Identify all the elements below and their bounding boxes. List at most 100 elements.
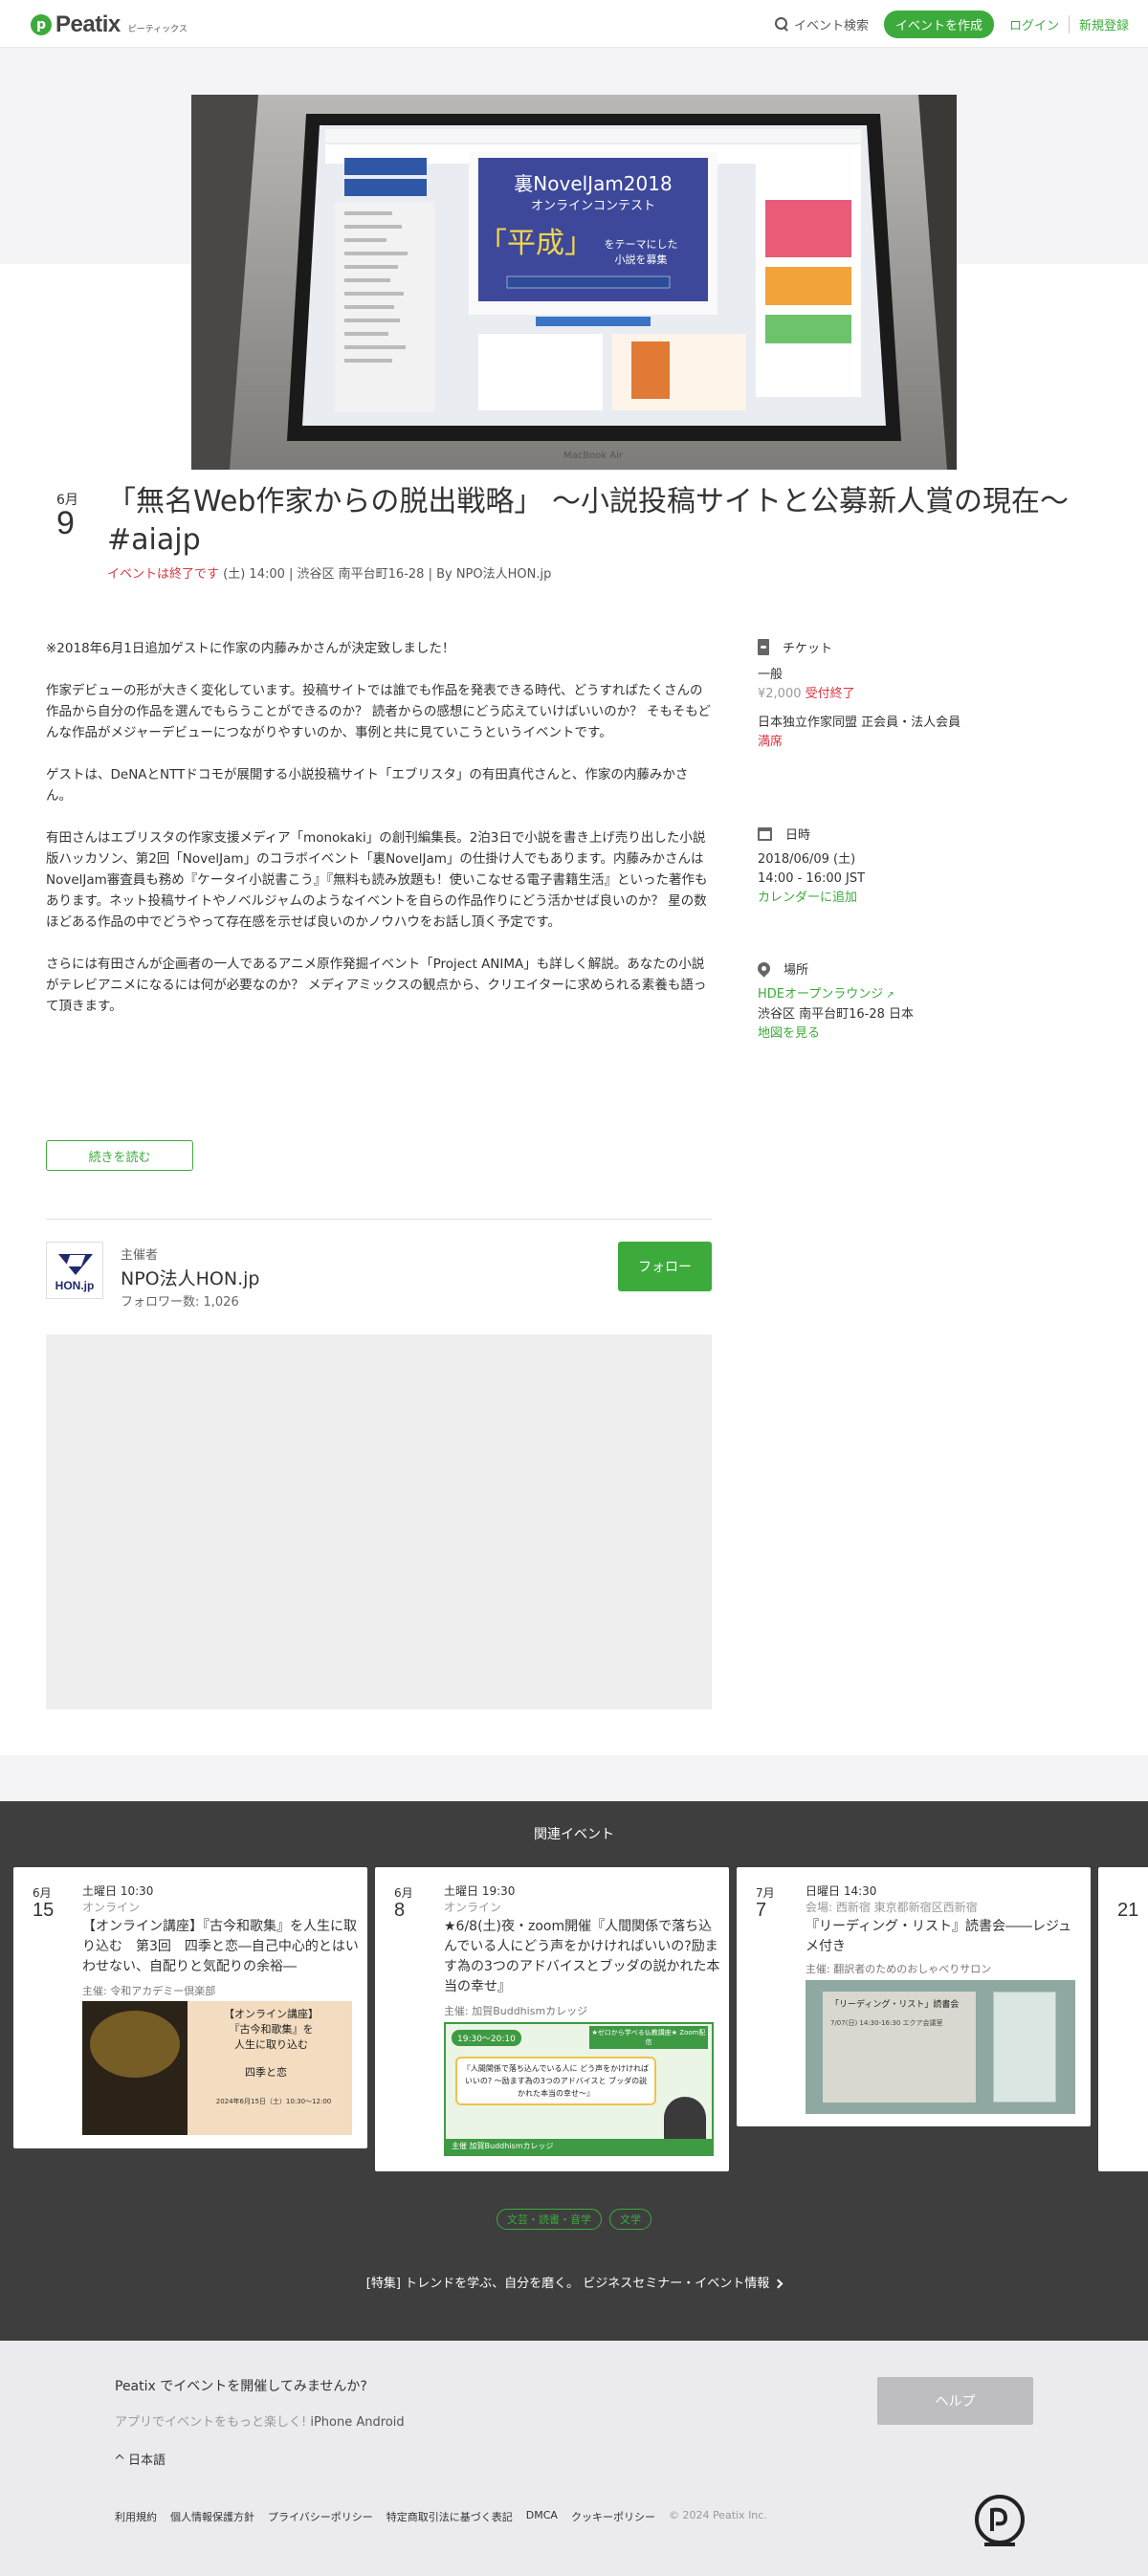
svg-text:MacBook Air: MacBook Air <box>563 451 624 461</box>
category-tag[interactable]: 文学 <box>609 2209 651 2230</box>
card-title: ★6/8(土)夜・zoom開催『人間関係で落ち込んでいる人にどう声をかけければい… <box>444 1919 720 1994</box>
card-organizer: 主催: 翻訳者のためのおしゃべりサロン <box>806 1963 992 1975</box>
organizer-followers: フォロワー数: 1,026 <box>121 1295 239 1310</box>
venue-link[interactable]: HDEオープンラウンジ <box>758 987 883 1002</box>
search-icon <box>774 17 788 31</box>
ticket-list: 一般 ¥2,000 受付終了 日本独立作家同盟 正会員・法人会員 満席 <box>758 666 960 752</box>
footer-host-question: Peatix でイベントを開催してみませんか? <box>115 2379 367 2394</box>
event-search-link[interactable]: イベント検索 <box>774 15 869 33</box>
card-organizer: 主催: 加賀Buddhismカレッジ <box>444 2005 588 2017</box>
add-to-calendar-link[interactable]: カレンダーに追加 <box>758 891 857 905</box>
ticket-heading: チケット <box>758 638 832 656</box>
svg-text:裏NovelJam2018: 裏NovelJam2018 <box>514 172 672 195</box>
language-selector[interactable]: 日本語 <box>128 2450 166 2468</box>
organizer-logo-text: HON.jp <box>55 1279 95 1292</box>
member-ticket-status: 満席 <box>758 735 784 749</box>
organizer-logo[interactable]: HON.jp <box>46 1242 103 1299</box>
description-paragraph: 有田さんはエブリスタの作家支援メディア「monokaki」の創刊編集長。2泊3日… <box>46 830 708 930</box>
login-link[interactable]: ログイン <box>1009 14 1070 33</box>
read-more-button[interactable]: 続きを読む <box>46 1140 193 1171</box>
feature-link[interactable]: [特集] トレンドを学ぶ、自分を磨く。 ビジネスセミナー・イベント情報 <box>0 2273 1148 2291</box>
related-events-section: 関連イベント 6月 15 土曜日 10:30 オンライン 【オンライン講座】『古… <box>0 1801 1148 2341</box>
description-paragraph: 作家デビューの形が大きく変化しています。投稿サイトでは誰でも作品を発表できる時代… <box>46 683 711 740</box>
card-month: 6月 <box>33 1886 52 1900</box>
card-image-footer: 主催 加賀Buddhismカレッジ <box>446 2139 712 2154</box>
card-image: 「リーディング・リスト」読書会 7/07(日) 14:30-16:30 エクア会… <box>806 1980 1075 2114</box>
card-day: 21 <box>1117 1900 1139 1921</box>
card-title: 【オンライン講座】『古今和歌集』を人生に取り込む 第3回 四季と恋―自己中心的と… <box>82 1919 359 1974</box>
footer-link-commerce[interactable]: 特定商取引法に基づく表記 <box>386 2509 513 2524</box>
footer-link-dmca[interactable]: DMCA <box>526 2509 558 2524</box>
card-month: 6月 <box>394 1886 413 1900</box>
card-day: 8 <box>394 1900 406 1921</box>
card-location: オンライン <box>82 1901 141 1914</box>
category-tag[interactable]: 文芸・読書・音学 <box>497 2209 602 2230</box>
peatix-logo-icon: p <box>31 14 52 35</box>
member-ticket-type: 日本独立作家同盟 正会員・法人会員 <box>758 716 961 730</box>
related-event-card[interactable]: 7月 7 日曜日 14:30 会場: 西新宿 東京都新宿区西新宿 『リーディング… <box>737 1867 1091 2126</box>
related-event-card[interactable]: 21 <box>1098 1867 1148 2171</box>
date-block: 2018/06/09 (土) 14:00 - 16:00 JST カレンダーに追… <box>758 850 865 908</box>
map-area[interactable] <box>46 1334 712 1709</box>
ticket-status: 受付終了 <box>805 687 855 701</box>
event-meta: イベントは終了です (土) 14:00 | 渋谷区 南平台町16-28 | By… <box>107 563 551 582</box>
peatix-logo[interactable]: p Peatix ピーティックス <box>31 11 188 38</box>
card-organizer: 主催: 令和アカデミー倶楽部 <box>82 1985 216 1997</box>
event-ended-status: イベントは終了です <box>107 567 220 582</box>
card-image-title: 「リーディング・リスト」読書会 <box>830 2000 960 2010</box>
event-meta-text: (土) 14:00 | 渋谷区 南平台町16-28 | By NPO法人HON.… <box>219 567 552 582</box>
signup-link[interactable]: 新規登録 <box>1079 15 1129 33</box>
description-paragraph: ゲストは、DeNAとNTTドコモが展開する小説投稿サイト「エブリスタ」の有田真代… <box>46 767 689 804</box>
help-button[interactable]: ヘルプ <box>877 2377 1033 2425</box>
card-image-caption: 7/07(日) 14:30-16:30 エクア会議室 <box>830 2019 943 2027</box>
card-day: 7 <box>756 1900 767 1921</box>
footer-apps: アプリでイベントをもっと楽しく! iPhone Android <box>115 2411 405 2430</box>
card-location: オンライン <box>444 1901 502 1914</box>
card-title: 『リーディング・リスト』読書会――レジュメ付き <box>806 1919 1072 1954</box>
footer-link-cookie[interactable]: クッキーポリシー <box>571 2509 655 2524</box>
card-month: 7月 <box>756 1886 775 1900</box>
card-image-time: 19:30〜20:10 <box>452 2030 521 2046</box>
card-image-subtitle: 四季と恋 <box>245 2066 287 2079</box>
svg-text:オンラインコンテスト: オンラインコンテスト <box>531 199 655 213</box>
svg-text:「平成」: 「平成」 <box>478 227 593 260</box>
category-tags: 文芸・読書・音学 文学 <box>0 2209 1148 2230</box>
organizer-name[interactable]: NPO法人HON.jp <box>121 1265 259 1290</box>
date-heading: 日時 <box>758 825 810 843</box>
card-image: 19:30〜20:10 ★ゼロから学べる仏教講座★ Zoom配信 『人間関係で落… <box>444 2022 714 2156</box>
external-link-icon: ↗ <box>883 990 894 1001</box>
copyright: © 2024 Peatix Inc. <box>668 2509 767 2521</box>
event-date: 2018/06/09 (土) <box>758 852 856 867</box>
card-image-caption: 2024年6月15日（土）10:30〜12:00 <box>215 2098 332 2105</box>
card-image-title: 【オンライン講座】 『古今和歌集』を 人生に取り込む <box>224 2008 319 2051</box>
ticket-price: ¥2,000 <box>758 687 802 701</box>
view-map-link[interactable]: 地図を見る <box>758 1026 820 1041</box>
event-search-label: イベント検索 <box>793 18 869 33</box>
card-datetime: 土曜日 19:30 <box>444 1884 516 1898</box>
create-event-button[interactable]: イベントを作成 <box>883 10 994 38</box>
iphone-app-link[interactable]: iPhone <box>310 2415 352 2430</box>
site-footer: Peatix でイベントを開催してみませんか? アプリでイベントをもっと楽しく!… <box>0 2341 1148 2576</box>
place-block: HDEオープンラウンジ ↗ 渋谷区 南平台町16-28 日本 地図を見る <box>758 985 914 1044</box>
card-location: 会場: 西新宿 東京都新宿区西新宿 <box>806 1901 978 1914</box>
section-gap <box>0 1755 1148 1801</box>
place-heading: 場所 <box>755 959 808 978</box>
logo-subtext: ピーティックス <box>127 24 188 34</box>
related-event-card[interactable]: 6月 15 土曜日 10:30 オンライン 【オンライン講座】『古今和歌集』を人… <box>13 1867 367 2148</box>
footer-link-privacy[interactable]: プライバシーポリシー <box>268 2509 373 2524</box>
event-description: ※2018年6月1日追加ゲストに作家の内藤みかさんが決定致しました！ 作家デビュ… <box>46 638 712 1038</box>
event-title: 「無名Web作家からの脱出戦略」 〜小説投稿サイトと公募新人賞の現在〜 #aia… <box>107 485 1069 557</box>
date-heading-label: 日時 <box>785 828 811 843</box>
description-paragraph: さらには有田さんが企画者の一人であるアニメ原作発掘イベント「Project AN… <box>46 957 707 1014</box>
card-image: 【オンライン講座】 『古今和歌集』を 人生に取り込む 四季と恋 2024年6月1… <box>82 2001 352 2135</box>
card-image-lantern <box>90 2011 180 2078</box>
site-header: p Peatix ピーティックス イベント検索 イベントを作成 ログイン 新規登… <box>0 0 1148 48</box>
footer-link-terms[interactable]: 利用規約 <box>115 2509 157 2524</box>
related-event-card[interactable]: 6月 8 土曜日 19:30 オンライン ★6/8(土)夜・zoom開催『人間関… <box>375 1867 729 2171</box>
ticket-price-row: ¥2,000 受付終了 <box>758 685 960 704</box>
related-events-heading: 関連イベント <box>534 1827 614 1842</box>
android-app-link[interactable]: Android <box>356 2415 404 2430</box>
follow-button[interactable]: フォロー <box>618 1242 712 1291</box>
laptop-photo: 裏NovelJam2018 オンラインコンテスト 「平成」 をテーマにした 小説… <box>191 95 957 470</box>
footer-link-personal-info[interactable]: 個人情報保護方針 <box>170 2509 254 2524</box>
